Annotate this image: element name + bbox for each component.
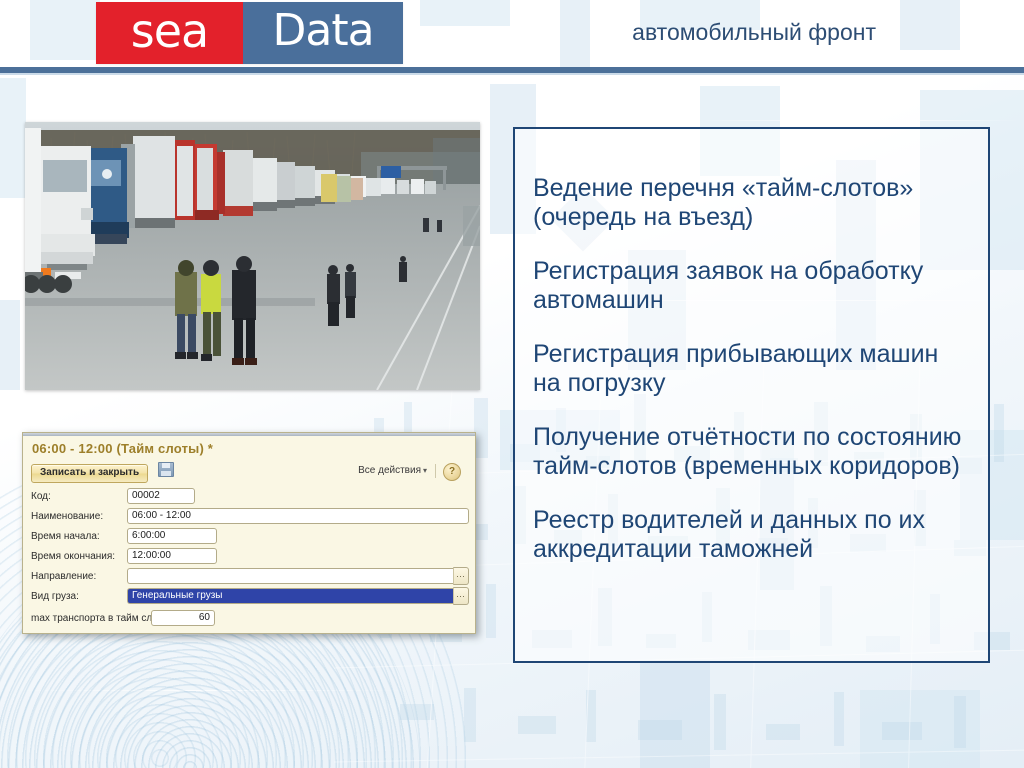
start-time-input[interactable]: 6:00:00 [127,528,217,544]
direction-picker-button[interactable]: ... [452,567,469,585]
field-row-end-time: Время окончания: 12:00:00 [31,547,469,565]
command-bar-separator [435,464,436,478]
direction-input[interactable] [127,568,453,584]
field-row-direction: Направление: ... [31,567,469,585]
slide-header: sea Data автомобильный фронт [0,0,1024,76]
list-item: Получение отчётности по состоянию тайм-с… [533,423,962,480]
logo-red-block: sea [96,2,243,64]
form-command-bar: Записать и закрыть Все действия ▾ ? [31,462,467,483]
list-item: Регистрация заявок на обработку автомаши… [533,257,924,314]
help-button[interactable]: ? [443,463,461,481]
field-label-code: Код: [31,490,51,502]
field-row-code: Код: 00002 [31,487,469,505]
field-label-max-transport: max транспорта в тайм слоте: [31,612,171,624]
page-title: автомобильный фронт [632,18,876,45]
logo-blue-block: Data [243,2,403,64]
list-item: Регистрация прибывающих машин на погрузк… [533,340,939,397]
list-item: Ведение перечня «тайм-слотов» (очередь н… [533,174,914,231]
all-actions-menu[interactable]: Все действия ▾ [358,465,427,476]
all-actions-label: Все действия [358,465,421,476]
field-row-name: Наименование: 06:00 - 12:00 [31,507,469,525]
logo-text-sea: sea [130,4,209,58]
field-label-direction: Направление: [31,570,97,582]
form-title: 06:00 - 12:00 (Тайм слоты) * [32,441,214,456]
cargo-type-input[interactable]: Генеральные грузы [127,588,453,604]
logo-text-data: Data [272,5,374,56]
max-transport-input[interactable]: 60 [151,610,215,626]
disk-icon[interactable] [157,462,174,477]
field-label-end-time: Время окончания: [31,550,116,562]
end-time-input[interactable]: 12:00:00 [127,548,217,564]
logo: sea Data [96,2,403,64]
cargo-type-picker-button[interactable]: ... [452,587,469,605]
list-item: Реестр водителей и данных по их аккредит… [533,506,926,563]
timeslot-form-window[interactable]: 06:00 - 12:00 (Тайм слоты) * Записать и … [22,432,476,634]
chevron-down-icon: ▾ [422,466,427,475]
truck-queue-photo [25,122,480,390]
name-input[interactable]: 06:00 - 12:00 [127,508,469,524]
field-label-name: Наименование: [31,510,104,522]
field-row-start-time: Время начала: 6:00:00 [31,527,469,545]
field-row-max-transport: max транспорта в тайм слоте: 60 [31,609,469,627]
slide-canvas: sea Data автомобильный фронт 06:00 - 12:… [0,0,1024,768]
save-and-close-button[interactable]: Записать и закрыть [31,464,149,483]
form-field-list: Код: 00002 Наименование: 06:00 - 12:00 В… [31,487,469,629]
feature-list-box: Ведение перечня «тайм-слотов» (очередь н… [513,127,990,663]
field-label-start-time: Время начала: [31,530,100,542]
field-label-cargo-type: Вид груза: [31,590,79,602]
code-input[interactable]: 00002 [127,488,195,504]
form-titlebar [23,433,475,436]
header-divider-shadow [0,73,1024,75]
field-row-cargo-type: Вид груза: Генеральные грузы ... [31,587,469,605]
